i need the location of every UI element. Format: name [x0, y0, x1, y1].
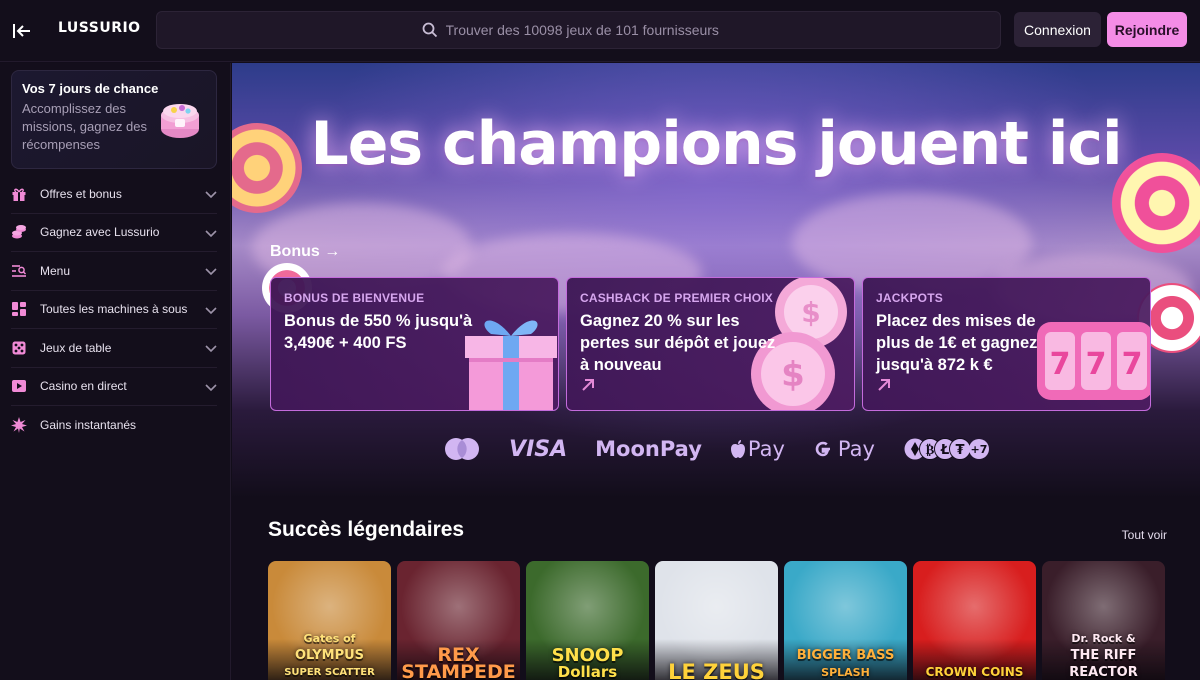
- gift-icon: [12, 188, 26, 201]
- mastercard-icon: [445, 438, 480, 460]
- payment-methods: VISA MoonPay Pay Pay ₿ Ł ₮ +7: [232, 435, 1200, 463]
- game-title-line: BIGGER BASS: [796, 648, 895, 663]
- sidebar-item-label: Casino en direct: [40, 379, 127, 394]
- svg-text:₮: ₮: [955, 443, 964, 458]
- menu-search-icon: [12, 264, 27, 277]
- svg-text:7: 7: [1086, 347, 1107, 382]
- search-icon: [422, 22, 437, 38]
- hero-title: Les champions jouent ici: [310, 109, 1122, 179]
- svg-text:₿: ₿: [926, 443, 935, 458]
- chevron-down-icon: [205, 383, 217, 391]
- svg-text:7: 7: [1122, 347, 1143, 382]
- game-title-line: Dollars: [557, 663, 618, 680]
- sidebar-item-label: Gains instantanés: [40, 418, 137, 433]
- game-tile[interactable]: Gates of OLYMPUS SUPER SCATTER: [268, 561, 391, 680]
- moonpay-logo: MoonPay: [595, 437, 702, 461]
- arrow-up-right-icon: [878, 379, 890, 391]
- login-button[interactable]: Connexion: [1014, 12, 1101, 47]
- game-title-line: THE RIFF REACTOR: [1069, 648, 1138, 680]
- svg-text:Ł: Ł: [940, 443, 949, 458]
- game-title-line: LE ZEUS: [668, 660, 765, 680]
- lucky-days-promo-card[interactable]: Vos 7 jours de chance Accomplissez des m…: [11, 70, 217, 169]
- svg-text:$: $: [801, 296, 820, 329]
- top-bar: LUSSURIO Connexion Rejoindre: [0, 0, 1200, 62]
- card-tag: BONUS DE BIENVENUE: [284, 291, 425, 305]
- cashback-card[interactable]: $ $ CASHBACK DE PREMIER CHOIX Gagnez 20 …: [566, 277, 855, 411]
- sidebar-item-table-games[interactable]: Jeux de table: [11, 329, 217, 368]
- google-g-icon: [815, 441, 830, 457]
- game-title-line: STAMPEDE: [401, 661, 516, 680]
- sidebar-item-label: Menu: [40, 263, 71, 278]
- main-content: Les champions jouent ici Bonus → BONUS D…: [232, 63, 1200, 680]
- game-title-line: SNOOP: [551, 645, 624, 666]
- chevron-down-icon: [205, 268, 217, 276]
- welcome-bonus-card[interactable]: BONUS DE BIENVENUE Bonus de 550 % jusqu'…: [270, 277, 559, 411]
- section-title: Succès légendaires: [268, 518, 465, 541]
- sidebar-item-label: Gagnez avec Lussurio: [40, 225, 160, 240]
- games-row: Gates of OLYMPUS SUPER SCATTER REX STAMP…: [268, 561, 1168, 680]
- game-tile[interactable]: SNOOP Dollars: [526, 561, 649, 680]
- game-title-line: SUPER SCATTER: [284, 667, 375, 678]
- sidebar-item-slots[interactable]: Toutes les machines à sous: [11, 291, 217, 329]
- sidebar-item-label: Jeux de table: [40, 340, 112, 355]
- game-tile[interactable]: REX STAMPEDE: [397, 561, 520, 680]
- sidebar-item-menu[interactable]: Menu: [11, 252, 217, 291]
- card-tag: CASHBACK DE PREMIER CHOIX: [580, 291, 774, 305]
- game-tile[interactable]: Dr. Rock & THE RIFF REACTOR: [1042, 561, 1165, 680]
- card-text: Bonus de 550 % jusqu'à 3,490€ + 400 FS: [284, 312, 473, 352]
- visa-logo: VISA: [509, 436, 568, 462]
- card-tag: JACKPOTS: [876, 291, 943, 305]
- search-bar[interactable]: [156, 11, 1001, 49]
- burst-icon: [11, 417, 27, 434]
- grid-icon: [12, 302, 26, 317]
- sidebar-item-label: Toutes les machines à sous: [40, 302, 188, 317]
- google-pay-logo: Pay: [813, 437, 875, 461]
- crypto-coins-icon: ₿ Ł ₮: [904, 438, 971, 460]
- arrow-up-right-icon: [582, 379, 594, 391]
- jackpots-card[interactable]: 7 7 7 JACKPOTS Placez des mises de plus …: [862, 277, 1151, 411]
- google-pay-label: Pay: [837, 437, 875, 461]
- sidebar-item-live-casino[interactable]: Casino en direct: [11, 368, 217, 406]
- crypto-more-badge: +7: [968, 439, 989, 459]
- game-tile[interactable]: CROWN COINS: [913, 561, 1036, 680]
- sidebar: Vos 7 jours de chance Accomplissez des m…: [0, 63, 231, 680]
- promo-subtitle: Accomplissez des missions, gagnez des ré…: [22, 101, 148, 152]
- card-text: Gagnez 20 % sur les pertes sur dépôt et …: [580, 312, 776, 374]
- collapse-sidebar-icon[interactable]: [10, 19, 34, 43]
- chevron-down-icon: [205, 306, 217, 314]
- game-title-line: SPLASH: [821, 666, 870, 679]
- bonus-link[interactable]: Bonus →: [270, 243, 340, 261]
- dice-icon: [12, 341, 26, 355]
- game-tile[interactable]: BIGGER BASS SPLASH: [784, 561, 907, 680]
- promo-title: Vos 7 jours de chance: [22, 81, 159, 96]
- join-button[interactable]: Rejoindre: [1107, 12, 1187, 47]
- coins-icon: [12, 225, 26, 239]
- game-title-line: OLYMPUS: [294, 648, 365, 663]
- bonus-cards: BONUS DE BIENVENUE Bonus de 550 % jusqu'…: [270, 277, 1152, 411]
- brand-logo[interactable]: LUSSURIO: [58, 20, 141, 36]
- crypto-logos: ₿ Ł ₮ +7: [903, 437, 989, 461]
- game-title-line: CROWN COINS: [925, 665, 1024, 679]
- treasure-box-icon: [161, 104, 199, 138]
- chevron-down-icon: [205, 229, 217, 237]
- sidebar-item-offers[interactable]: Offres et bonus: [11, 175, 217, 214]
- game-title-line: Dr. Rock &: [1071, 632, 1136, 645]
- sidebar-item-label: Offres et bonus: [40, 186, 122, 201]
- apple-pay-logo: Pay: [730, 437, 785, 461]
- sidebar-nav: Offres et bonus Gagnez avec Lussurio Men…: [0, 175, 231, 445]
- chevron-down-icon: [205, 345, 217, 353]
- sidebar-item-earn[interactable]: Gagnez avec Lussurio: [11, 214, 217, 252]
- see-all-link[interactable]: Tout voir: [1122, 528, 1167, 542]
- apple-icon: [730, 440, 745, 458]
- card-text: Placez des mises de plus de 1€ et gagnez…: [876, 312, 1038, 374]
- svg-text:$: $: [781, 355, 805, 395]
- apple-pay-label: Pay: [747, 437, 785, 461]
- sidebar-item-instant-wins[interactable]: Gains instantanés: [11, 406, 217, 445]
- hero-banner: Les champions jouent ici Bonus → BONUS D…: [232, 63, 1200, 498]
- play-icon: [12, 380, 26, 393]
- game-title-line: Gates of: [303, 632, 356, 645]
- search-input[interactable]: [445, 22, 736, 38]
- chevron-down-icon: [205, 191, 217, 199]
- game-tile[interactable]: LE ZEUS: [655, 561, 778, 680]
